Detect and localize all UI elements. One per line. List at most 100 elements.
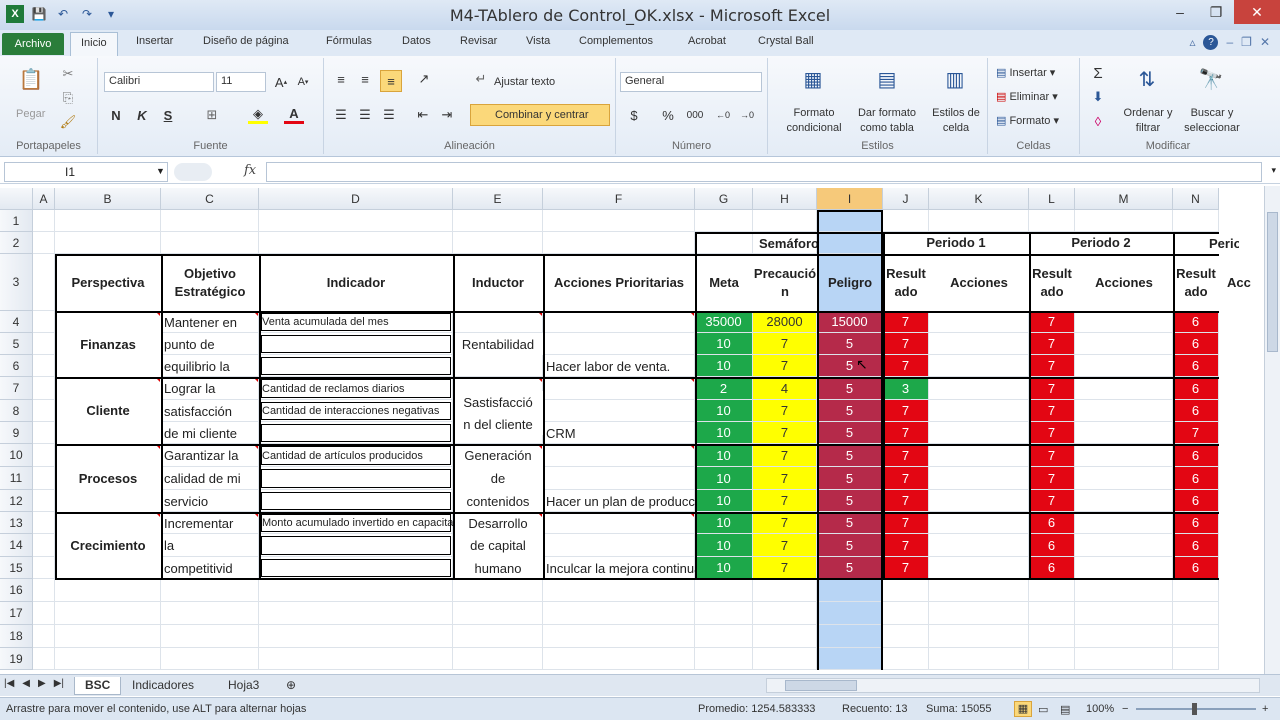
meta-cell[interactable]: 10: [695, 467, 752, 489]
thousands-button[interactable]: 000: [684, 106, 706, 124]
zoom-in-button[interactable]: +: [1262, 703, 1268, 715]
row-header[interactable]: 14: [0, 534, 33, 557]
resultado-3-cell[interactable]: 6: [1173, 557, 1218, 578]
zoom-out-button[interactable]: −: [1122, 703, 1128, 715]
fill-icon[interactable]: ⬇: [1090, 88, 1106, 106]
indicador-box[interactable]: [261, 402, 451, 420]
header-resultado-1[interactable]: Resultado: [883, 254, 929, 311]
resultado-2-cell[interactable]: 7: [1029, 355, 1074, 376]
delete-cells-button[interactable]: ▤ Eliminar ▾: [996, 90, 1058, 103]
meta-cell[interactable]: 10: [695, 490, 752, 511]
header-resultado-3[interactable]: Resultado: [1173, 254, 1219, 311]
resultado-1-cell[interactable]: 7: [883, 311, 928, 332]
tab-vista[interactable]: Vista: [526, 35, 550, 47]
expand-formula-icon[interactable]: ▾: [1271, 165, 1276, 176]
peligro-cell[interactable]: 5: [817, 444, 882, 466]
precaucion-cell[interactable]: 7: [753, 467, 816, 489]
accion-prioritaria[interactable]: Inculcar la mejora continua: [543, 557, 695, 579]
font-color-icon[interactable]: A: [284, 106, 304, 124]
tab-diseno-pagina[interactable]: Diseño de página: [203, 35, 289, 47]
indicador-box[interactable]: [261, 559, 451, 577]
inductor-line[interactable]: contenidos: [453, 490, 543, 512]
inductor-line[interactable]: Generación: [453, 444, 543, 467]
indicador-box[interactable]: [261, 424, 451, 442]
sort-filter-icon[interactable]: ⇅: [1132, 64, 1162, 94]
resultado-2-cell[interactable]: 6: [1029, 557, 1074, 578]
cut-icon[interactable]: ✂: [60, 66, 76, 82]
format-table-icon[interactable]: ▤: [872, 64, 902, 94]
new-sheet-icon[interactable]: ⊕: [276, 677, 306, 695]
resultado-1-cell[interactable]: 7: [883, 557, 928, 578]
align-top-icon[interactable]: ≡: [332, 70, 350, 88]
header-semaforo[interactable]: Semáforo: [695, 232, 883, 254]
peligro-cell[interactable]: 5: [817, 355, 882, 376]
objetivo-line[interactable]: equilibrio la: [161, 355, 259, 377]
workbook-minimize-icon[interactable]: –: [1226, 35, 1233, 50]
bold-button[interactable]: N: [108, 106, 124, 124]
header-inductor[interactable]: Inductor: [453, 254, 543, 311]
indicador-box[interactable]: [261, 492, 451, 510]
font-size-combo[interactable]: 11: [216, 72, 266, 92]
objetivo-line[interactable]: Lograr la: [161, 377, 259, 400]
column-header[interactable]: L: [1029, 188, 1075, 210]
resultado-3-cell[interactable]: 6: [1173, 333, 1218, 354]
inductor-line[interactable]: Rentabilidad: [453, 333, 543, 355]
row-header[interactable]: 10: [0, 444, 33, 467]
align-left-icon[interactable]: ☰: [332, 106, 350, 124]
percent-button[interactable]: %: [660, 106, 676, 124]
peligro-cell[interactable]: 5: [817, 333, 882, 354]
resultado-2-cell[interactable]: 7: [1029, 444, 1074, 466]
wrap-text-icon[interactable]: ↵: [472, 70, 490, 88]
objetivo-line[interactable]: la: [161, 534, 259, 557]
increase-indent-icon[interactable]: ⇥: [438, 106, 456, 124]
indicador-box[interactable]: [261, 313, 451, 331]
copy-icon[interactable]: ⎘: [60, 90, 76, 106]
normal-view-icon[interactable]: ▦: [1014, 701, 1032, 717]
column-header[interactable]: D: [259, 188, 453, 210]
objetivo-line[interactable]: Mantener en: [161, 311, 259, 333]
perspectiva-3[interactable]: Crecimiento: [55, 512, 161, 579]
decrease-decimal-icon[interactable]: →0: [738, 106, 756, 124]
resultado-1-cell[interactable]: 7: [883, 512, 928, 533]
indicador-box[interactable]: [261, 446, 451, 465]
resultado-3-cell[interactable]: 6: [1173, 490, 1218, 511]
number-format-combo[interactable]: General: [620, 72, 762, 92]
meta-cell[interactable]: 10: [695, 444, 752, 466]
paste-icon[interactable]: 📋: [16, 64, 46, 94]
horizontal-scroll-thumb[interactable]: [785, 680, 857, 691]
borders-icon[interactable]: ⊞: [202, 106, 222, 124]
first-sheet-icon[interactable]: |◀: [4, 678, 14, 689]
resultado-3-cell[interactable]: 6: [1173, 512, 1218, 533]
column-header[interactable]: G: [695, 188, 753, 210]
help-icon[interactable]: ?: [1203, 35, 1219, 50]
objetivo-line[interactable]: servicio: [161, 490, 259, 512]
vertical-scroll-thumb[interactable]: [1267, 212, 1278, 352]
tab-crystal-ball[interactable]: Crystal Ball: [758, 35, 814, 47]
align-middle-icon[interactable]: ≡: [356, 70, 374, 88]
resultado-1-cell[interactable]: 7: [883, 333, 928, 354]
resultado-1-cell[interactable]: 7: [883, 444, 928, 466]
precaucion-cell[interactable]: 4: [753, 377, 816, 399]
objetivo-line[interactable]: competitivid: [161, 557, 259, 579]
indicador-box[interactable]: [261, 379, 451, 398]
meta-cell[interactable]: 10: [695, 422, 752, 443]
precaucion-cell[interactable]: 7: [753, 534, 816, 556]
peligro-cell[interactable]: 5: [817, 490, 882, 511]
last-sheet-icon[interactable]: ▶|: [54, 678, 64, 689]
precaucion-cell[interactable]: 7: [753, 422, 816, 443]
horizontal-scrollbar[interactable]: [766, 678, 1260, 693]
column-header[interactable]: K: [929, 188, 1029, 210]
increase-decimal-icon[interactable]: ←0: [714, 106, 732, 124]
format-cells-button[interactable]: ▤ Formato ▾: [996, 114, 1059, 127]
row-header[interactable]: 15: [0, 557, 33, 579]
tab-formulas[interactable]: Fórmulas: [326, 35, 372, 47]
peligro-cell[interactable]: 5: [817, 467, 882, 489]
tab-datos[interactable]: Datos: [402, 35, 431, 47]
accion-prioritaria[interactable]: Hacer labor de venta.: [543, 355, 695, 377]
align-bottom-icon[interactable]: ≡: [380, 70, 402, 92]
sheet-tab-bsc[interactable]: BSC: [74, 677, 122, 695]
peligro-cell[interactable]: 5: [817, 377, 882, 399]
precaucion-cell[interactable]: 7: [753, 444, 816, 466]
cell-styles-button[interactable]: Estilos de celda: [928, 106, 984, 136]
row-header[interactable]: 18: [0, 625, 33, 648]
